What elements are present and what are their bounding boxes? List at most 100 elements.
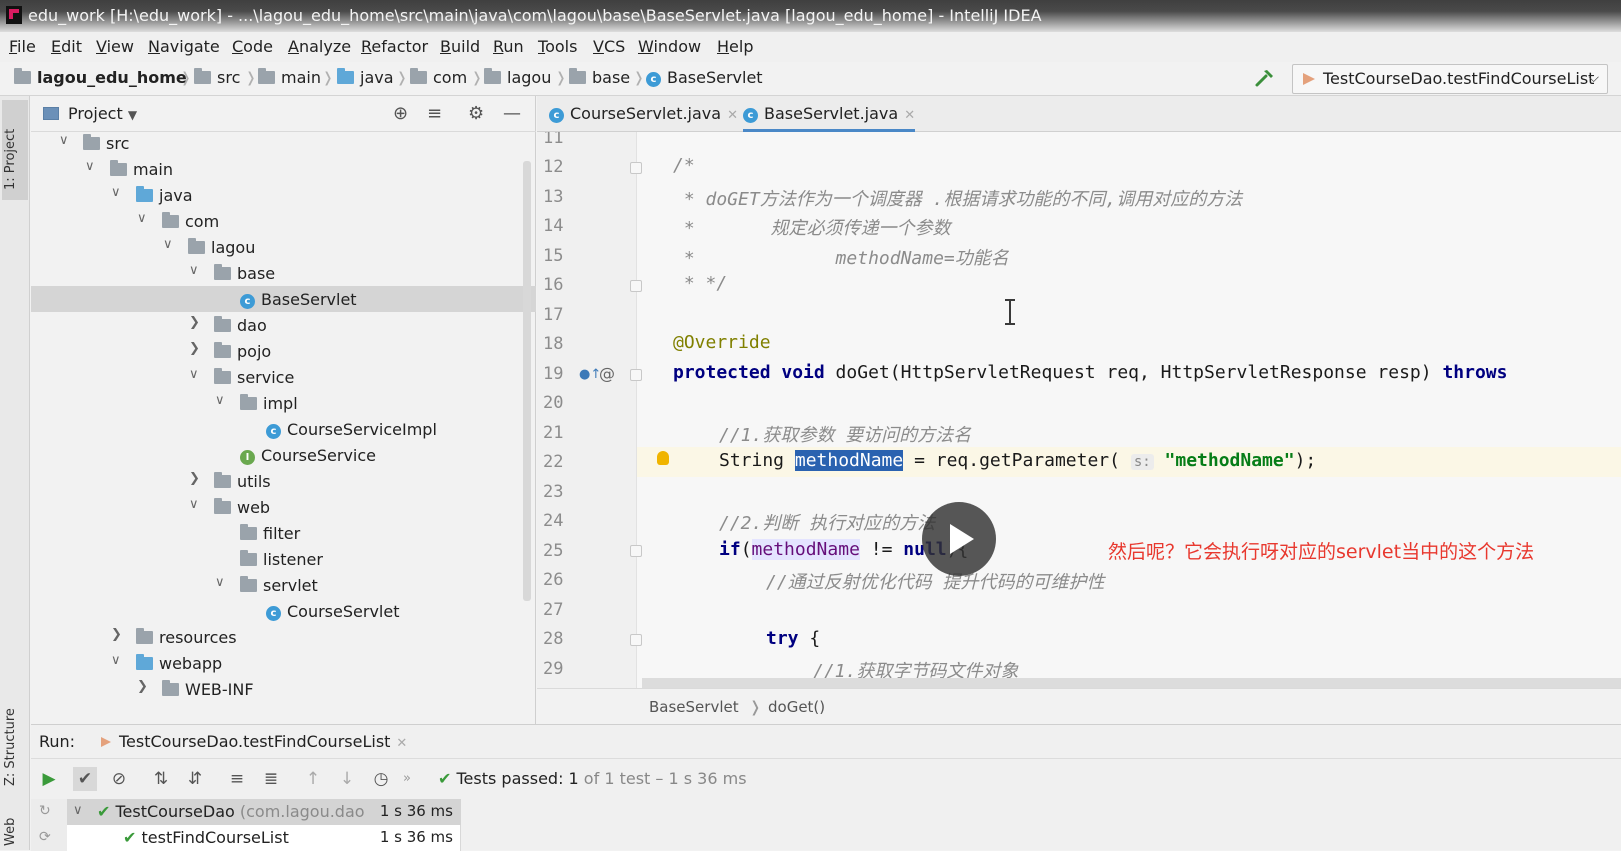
- tree-item-service[interactable]: ∨ service: [31, 366, 521, 392]
- fold-marker-icon[interactable]: [630, 369, 642, 381]
- breadcrumb-label: lagou: [507, 68, 552, 87]
- test-results-tree: ∨ ✔ TestCourseDao (com.lagou.dao 1 s 36 …: [67, 799, 461, 851]
- rerun-icon[interactable]: ▶: [37, 767, 61, 791]
- tree-item-courseservlet[interactable]: c CourseServlet: [31, 600, 521, 626]
- menu-navigate[interactable]: Navigate: [148, 37, 220, 56]
- tree-item-java[interactable]: ∨ java: [31, 184, 521, 210]
- breadcrumb-main[interactable]: main: [258, 68, 321, 87]
- menu-file[interactable]: File: [9, 37, 36, 56]
- tree-item-webapp[interactable]: ∨ webapp: [31, 652, 521, 678]
- code-line-22: String methodName = req.getParameter( s:…: [719, 450, 1316, 471]
- editor-horizontal-scrollbar[interactable]: [642, 678, 1621, 688]
- rerun-failed-icon[interactable]: ↻: [39, 803, 51, 819]
- chevron-down-icon: ∨: [189, 263, 199, 278]
- project-scrollbar[interactable]: [523, 161, 531, 601]
- hide-panel-icon[interactable]: —: [503, 103, 521, 124]
- breadcrumb-base[interactable]: base: [569, 68, 630, 87]
- code-token: methodName: [751, 539, 860, 560]
- annotation-marker-icon[interactable]: @: [599, 364, 615, 383]
- parameter-hint: s:: [1130, 454, 1154, 470]
- crumb-method[interactable]: doGet(): [768, 698, 825, 716]
- run-tab[interactable]: TestCourseDao.testFindCourseList ✕: [101, 732, 407, 751]
- fold-marker-icon[interactable]: [630, 545, 642, 557]
- breadcrumb-lagou[interactable]: lagou: [484, 68, 551, 87]
- tab-baseservlet[interactable]: c BaseServlet.java ✕: [743, 96, 916, 132]
- test-suite-row[interactable]: ∨ ✔ TestCourseDao (com.lagou.dao 1 s 36 …: [67, 799, 461, 825]
- tree-item-web[interactable]: ∨ web: [31, 496, 521, 522]
- menu-code[interactable]: Code: [232, 37, 273, 56]
- sort-duration-icon[interactable]: ⇵: [183, 767, 207, 791]
- show-ignored-icon[interactable]: ⊘: [107, 767, 131, 791]
- menu-window[interactable]: Window: [638, 37, 701, 56]
- menu-refactor[interactable]: Refactor: [361, 37, 428, 56]
- tree-item-impl[interactable]: ∨ impl: [31, 392, 521, 418]
- tree-item-servlet[interactable]: ∨ servlet: [31, 574, 521, 600]
- close-icon[interactable]: ✕: [904, 108, 915, 123]
- tree-item-courseservice[interactable]: I CourseService: [31, 444, 521, 470]
- crumb-class[interactable]: BaseServlet: [649, 698, 739, 716]
- web-tool-tab[interactable]: Web: [3, 806, 27, 846]
- tree-item-resources[interactable]: ❯ resources: [31, 626, 521, 652]
- breadcrumb-baseservlet[interactable]: c BaseServlet: [646, 68, 763, 87]
- build-hammer-icon[interactable]: [1254, 67, 1276, 89]
- menu-help[interactable]: Help: [717, 37, 753, 56]
- tree-item-courseserviceimpl[interactable]: c CourseServiceImpl: [31, 418, 521, 444]
- structure-tool-tab[interactable]: Z: Structure: [3, 686, 27, 786]
- tree-item-baseservlet[interactable]: c BaseServlet: [31, 288, 521, 314]
- tree-item-base[interactable]: ∨ base: [31, 262, 521, 288]
- tree-item-web-inf[interactable]: ❯ WEB-INF: [31, 678, 521, 704]
- code-editor[interactable]: 11 12 13 14 15 16 17 18 19 20 21 22 23 2…: [537, 132, 1621, 688]
- lightbulb-icon[interactable]: [657, 451, 669, 465]
- tree-item-dao[interactable]: ❯ dao: [31, 314, 521, 340]
- tree-item-listener[interactable]: listener: [31, 548, 521, 574]
- close-icon[interactable]: ✕: [396, 736, 407, 751]
- breadcrumb-src[interactable]: src: [194, 68, 240, 87]
- project-view-select[interactable]: Project ▼: [68, 104, 137, 123]
- fold-marker-icon[interactable]: [630, 280, 642, 292]
- menu-build[interactable]: Build: [440, 37, 480, 56]
- locate-icon[interactable]: ⊕: [393, 103, 408, 124]
- show-passed-icon[interactable]: ✔: [73, 767, 97, 791]
- arrow-down-icon[interactable]: ↓: [335, 767, 359, 791]
- line-number: 28: [543, 629, 564, 649]
- history-icon[interactable]: ◷: [369, 767, 393, 791]
- tree-item-lagou[interactable]: ∨ lagou: [31, 236, 521, 262]
- tree-item-utils[interactable]: ❯ utils: [31, 470, 521, 496]
- close-icon[interactable]: ✕: [727, 108, 738, 123]
- project-tool-tab[interactable]: 1: Project: [3, 110, 27, 190]
- more-icon[interactable]: »: [395, 767, 419, 791]
- sort-alpha-icon[interactable]: ⇅: [149, 767, 173, 791]
- run-configuration-select[interactable]: TestCourseDao.testFindCourseList ⌵: [1292, 64, 1608, 94]
- code-token: = req.getParameter(: [903, 450, 1131, 471]
- tree-item-pojo[interactable]: ❯ pojo: [31, 340, 521, 366]
- gear-icon[interactable]: ⚙: [468, 103, 484, 124]
- collapse-all-icon[interactable]: ≣: [259, 767, 283, 791]
- test-case-row[interactable]: ✔ testFindCourseList 1 s 36 ms: [67, 825, 461, 851]
- menu-vcs[interactable]: VCS: [593, 37, 625, 56]
- breadcrumb-com[interactable]: com: [410, 68, 467, 87]
- tab-courseservlet[interactable]: c CourseServlet.java ✕: [549, 96, 738, 132]
- fold-marker-icon[interactable]: [630, 634, 642, 646]
- expand-all-icon[interactable]: ≡: [225, 767, 249, 791]
- tree-item-filter[interactable]: filter: [31, 522, 521, 548]
- menu-analyze[interactable]: Analyze: [288, 37, 351, 56]
- code-token: {: [798, 628, 821, 649]
- tree-item-src[interactable]: ∨ src: [31, 132, 521, 158]
- line-number: 23: [543, 482, 564, 502]
- tree-item-main[interactable]: ∨ main: [31, 158, 521, 184]
- collapse-all-icon[interactable]: ≡: [427, 103, 442, 124]
- tree-item-com[interactable]: ∨ com: [31, 210, 521, 236]
- tree-label: listener: [263, 550, 323, 569]
- code-line-26: //通过反射优化代码 提升代码的可维护性: [766, 572, 1105, 593]
- toggle-autotest-icon[interactable]: ⟳: [39, 829, 51, 845]
- override-marker-icon[interactable]: ●↑: [579, 367, 601, 382]
- menu-tools[interactable]: Tools: [538, 37, 577, 56]
- breadcrumb-project[interactable]: lagou_edu_home: [14, 68, 187, 87]
- menu-view[interactable]: View: [96, 37, 134, 56]
- menu-run[interactable]: Run: [493, 37, 524, 56]
- arrow-up-icon[interactable]: ↑: [301, 767, 325, 791]
- menu-edit[interactable]: Edit: [51, 37, 82, 56]
- fold-marker-icon[interactable]: [630, 162, 642, 174]
- play-button[interactable]: [922, 502, 996, 576]
- breadcrumb-java[interactable]: java: [337, 68, 394, 87]
